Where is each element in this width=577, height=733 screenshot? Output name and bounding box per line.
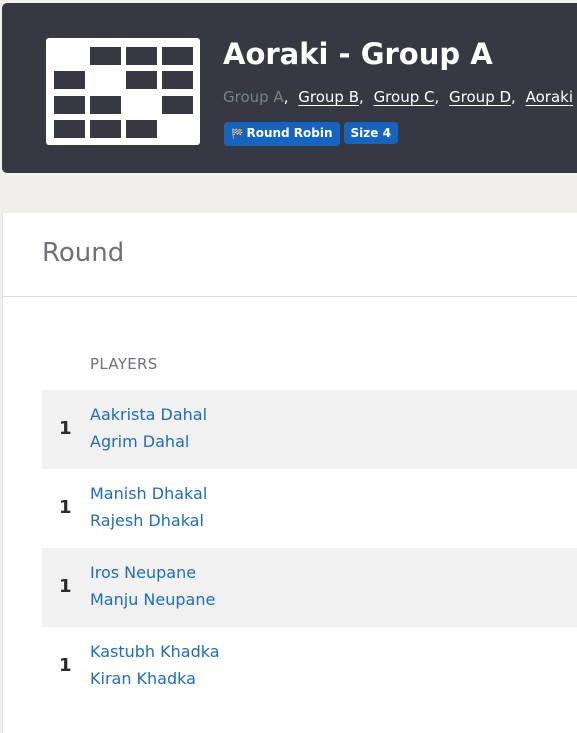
checkered-flag-icon: 🏁 — [231, 129, 244, 140]
row-score: 1 — [59, 418, 72, 439]
standings-table: 1 Aakrista Dahal Agrim Dahal 1 Manish Dh… — [42, 390, 577, 706]
round-title: Round — [42, 238, 125, 268]
page-title: Aoraki - Group A — [223, 37, 493, 71]
player-link[interactable]: Kiran Khadka — [90, 669, 196, 688]
group-link-c[interactable]: Group C — [374, 88, 435, 106]
player-link[interactable]: Agrim Dahal — [90, 432, 189, 451]
group-nav: Group A, Group B, Group C, Group D, Aora… — [223, 88, 573, 106]
row-score: 1 — [59, 655, 72, 676]
row-score: 1 — [59, 497, 72, 518]
round-card: Round PLAYERS 1 Aakrista Dahal Agrim Dah… — [2, 213, 577, 733]
group-link-aoraki[interactable]: Aoraki — [526, 88, 573, 106]
player-link[interactable]: Iros Neupane — [90, 563, 196, 582]
row-score: 1 — [59, 576, 72, 597]
player-link[interactable]: Kastubh Khadka — [90, 642, 220, 661]
event-header: Aoraki - Group A Group A, Group B, Group… — [2, 3, 577, 173]
players-column-header: PLAYERS — [90, 355, 158, 373]
table-row: 1 Aakrista Dahal Agrim Dahal — [42, 390, 577, 469]
group-link-d[interactable]: Group D — [449, 88, 511, 106]
player-link[interactable]: Aakrista Dahal — [90, 405, 207, 424]
table-row: 1 Kastubh Khadka Kiran Khadka — [42, 627, 577, 706]
divider — [3, 296, 577, 297]
bracket-grid-icon — [46, 38, 200, 145]
size-badge: Size 4 — [343, 122, 398, 144]
format-badge: 🏁 Round Robin — [224, 122, 340, 146]
player-link[interactable]: Rajesh Dhakal — [90, 511, 204, 530]
player-link[interactable]: Manju Neupane — [90, 590, 215, 609]
group-current: Group A — [223, 88, 284, 106]
group-link-b[interactable]: Group B — [298, 88, 359, 106]
format-badges: 🏁 Round Robin Size 4 — [224, 122, 402, 146]
player-link[interactable]: Manish Dhakal — [90, 484, 207, 503]
format-badge-label: Round Robin — [246, 126, 333, 140]
table-row: 1 Iros Neupane Manju Neupane — [42, 548, 577, 627]
table-row: 1 Manish Dhakal Rajesh Dhakal — [42, 469, 577, 548]
